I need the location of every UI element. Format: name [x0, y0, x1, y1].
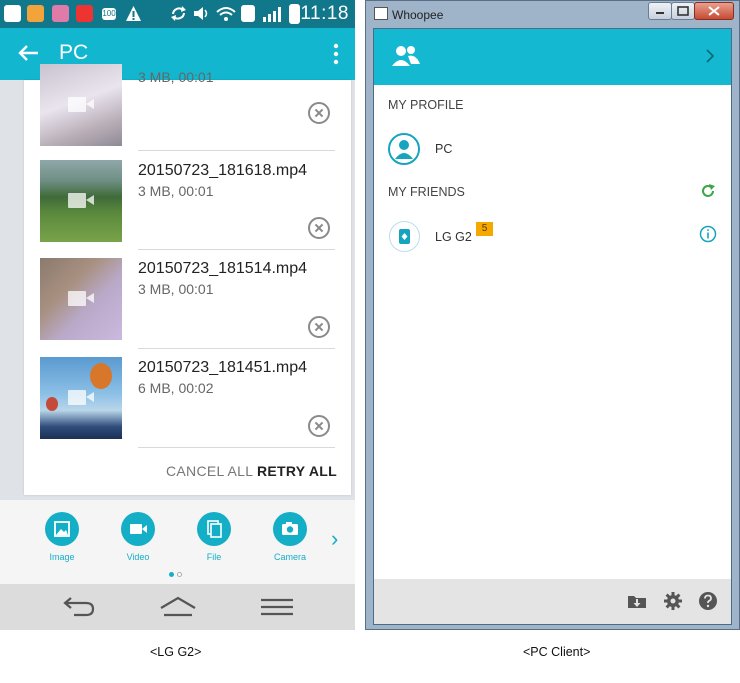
- video-icon: [68, 291, 94, 306]
- client-area: MY PROFILE PC MY FRIENDS LG G2 5: [373, 28, 732, 625]
- retry-all-button[interactable]: RETRY ALL: [257, 463, 337, 479]
- cancel-transfer-icon[interactable]: [308, 102, 330, 124]
- file-meta: 3 MB, 00:01: [138, 281, 214, 297]
- balloon-shape: [46, 397, 58, 411]
- menu-icon[interactable]: [261, 597, 293, 622]
- my-profile-heading: MY PROFILE: [388, 98, 464, 112]
- list-item: 20150723_181618.mp4 3 MB, 00:01: [24, 160, 351, 258]
- divider: [138, 348, 335, 349]
- chevron-right-icon[interactable]: ›: [331, 526, 338, 552]
- image-icon: [45, 512, 79, 546]
- cancel-all-button[interactable]: CANCEL ALL: [166, 463, 253, 479]
- video-thumbnail: [40, 258, 122, 340]
- battery-icon: [289, 4, 300, 24]
- caption-pc-client: <PC Client>: [523, 645, 591, 659]
- whoopee-window: Whoopee MY PROFILE PC MY FRIENDS LG G2 5: [365, 0, 740, 630]
- download-folder-icon[interactable]: [627, 593, 647, 614]
- file-name: 20150723_181514.mp4: [138, 260, 308, 277]
- chevron-right-icon[interactable]: [705, 48, 715, 69]
- signal-icon: [262, 5, 281, 22]
- notification-app2-icon: [76, 5, 93, 22]
- notification-add-icon: [4, 5, 21, 22]
- window-app-icon: [374, 7, 388, 20]
- list-item: 20150723_181514.mp4 3 MB, 00:01: [24, 258, 351, 356]
- profile-name[interactable]: PC: [435, 142, 452, 156]
- list-item: 20150723_181451.mp4 6 MB, 00:02: [24, 357, 351, 455]
- window-title: Whoopee: [392, 8, 444, 22]
- friend-name[interactable]: LG G2: [435, 230, 472, 244]
- video-icon: [68, 97, 94, 112]
- video-icon: [68, 390, 94, 405]
- overflow-menu-icon[interactable]: [333, 42, 339, 66]
- file-meta: 3 MB, 00:01: [138, 183, 214, 199]
- video-icon: [121, 512, 155, 546]
- file-name: 20150723_181451.mp4: [138, 359, 308, 376]
- share-label: Video: [126, 552, 150, 562]
- share-file-button[interactable]: File: [189, 512, 239, 562]
- file-meta: 3 MB, 00:01: [138, 69, 214, 85]
- share-label: File: [206, 552, 222, 562]
- status-time: 11:18: [300, 3, 349, 24]
- cancel-transfer-icon[interactable]: [308, 415, 330, 437]
- client-footer: [374, 579, 731, 624]
- share-image-button[interactable]: Image: [37, 512, 87, 562]
- no-sim-icon: [241, 5, 255, 22]
- page-indicator-active: [169, 572, 174, 577]
- warning-icon: [125, 5, 142, 22]
- share-camera-button[interactable]: Camera: [265, 512, 315, 562]
- divider: [138, 150, 335, 151]
- transfer-list-card: 3 MB, 00:01 20150723_181618.mp4 3 MB, 00…: [24, 64, 351, 495]
- share-label: Camera: [273, 552, 306, 562]
- video-thumbnail: [40, 64, 122, 146]
- help-icon[interactable]: [698, 591, 718, 616]
- file-icon: [197, 512, 231, 546]
- lg-g2-screen: 100 11:18 PC 3 MB, 00:01 20150723_181618…: [0, 0, 355, 630]
- client-header: [374, 29, 731, 85]
- close-button[interactable]: [694, 2, 734, 20]
- file-meta: 6 MB, 00:02: [138, 380, 214, 396]
- refresh-icon[interactable]: [700, 183, 716, 204]
- wifi-icon: [216, 5, 236, 22]
- friends-icon[interactable]: [390, 44, 422, 73]
- app-title: PC: [59, 41, 89, 64]
- sync-icon: [170, 5, 187, 22]
- share-video-button[interactable]: Video: [113, 512, 163, 562]
- video-thumbnail: [40, 357, 122, 439]
- home-icon[interactable]: [158, 595, 198, 624]
- notification-home-icon: [27, 5, 44, 22]
- list-item: 3 MB, 00:01: [24, 64, 351, 162]
- maximize-button[interactable]: [671, 2, 695, 20]
- page-indicator: [177, 572, 182, 577]
- volume-icon: [193, 5, 210, 22]
- video-thumbnail: [40, 160, 122, 242]
- caption-lg-g2: <LG G2>: [150, 645, 202, 659]
- file-name: 20150723_181618.mp4: [138, 162, 308, 179]
- nav-bar: [0, 584, 355, 630]
- share-label: Image: [49, 552, 75, 562]
- info-icon[interactable]: [699, 225, 717, 248]
- unread-badge: 5: [476, 222, 493, 236]
- back-icon[interactable]: [60, 595, 98, 624]
- cancel-transfer-icon[interactable]: [308, 217, 330, 239]
- minimize-button[interactable]: [648, 2, 672, 20]
- cancel-transfer-icon[interactable]: [308, 316, 330, 338]
- camera-icon: [273, 512, 307, 546]
- balloon-shape: [90, 363, 112, 389]
- battery-level-icon: 100: [102, 8, 116, 20]
- gear-icon[interactable]: [663, 591, 683, 616]
- divider: [138, 447, 335, 448]
- avatar[interactable]: [388, 133, 420, 165]
- divider: [138, 249, 335, 250]
- status-bar: 100 11:18: [0, 0, 355, 28]
- device-avatar[interactable]: [389, 221, 420, 252]
- video-icon: [68, 193, 94, 208]
- notification-app-icon: [52, 5, 69, 22]
- my-friends-heading: MY FRIENDS: [388, 185, 465, 199]
